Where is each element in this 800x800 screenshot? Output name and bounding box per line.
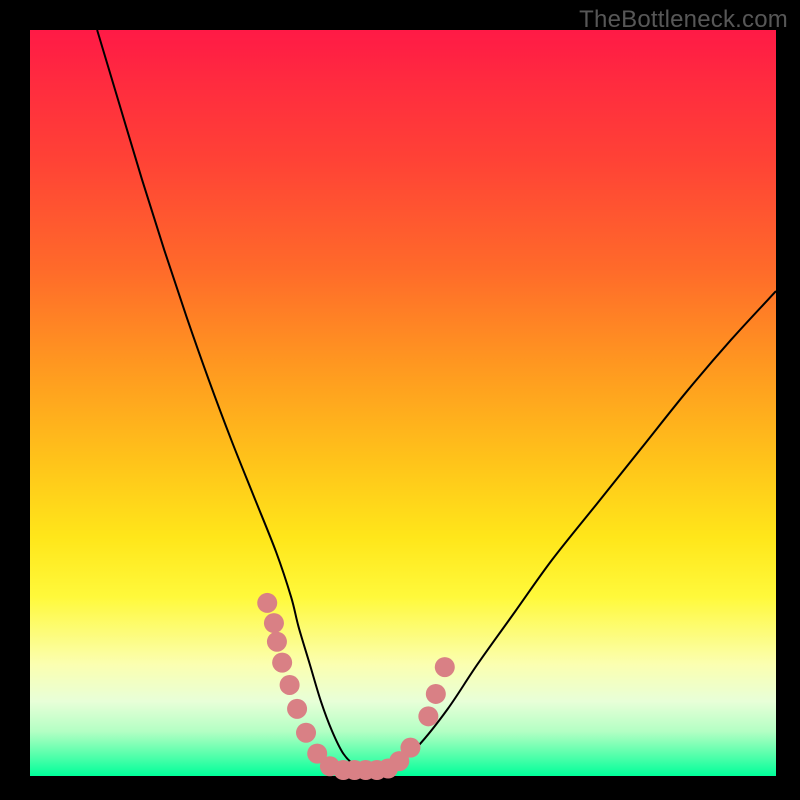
data-marker [272, 653, 292, 673]
data-marker [264, 613, 284, 633]
curve-layer [97, 30, 776, 769]
bottleneck-curve [97, 30, 776, 769]
data-marker [426, 684, 446, 704]
data-marker [287, 699, 307, 719]
watermark-text: TheBottleneck.com [579, 6, 788, 34]
data-marker [257, 593, 277, 613]
data-marker [418, 706, 438, 726]
data-marker [280, 675, 300, 695]
data-marker [435, 657, 455, 677]
chart-svg [30, 30, 776, 776]
plot-area [30, 30, 776, 776]
marker-layer [257, 593, 455, 780]
data-marker [267, 632, 287, 652]
data-marker [296, 723, 316, 743]
data-marker [400, 738, 420, 758]
chart-frame: TheBottleneck.com [0, 0, 800, 800]
